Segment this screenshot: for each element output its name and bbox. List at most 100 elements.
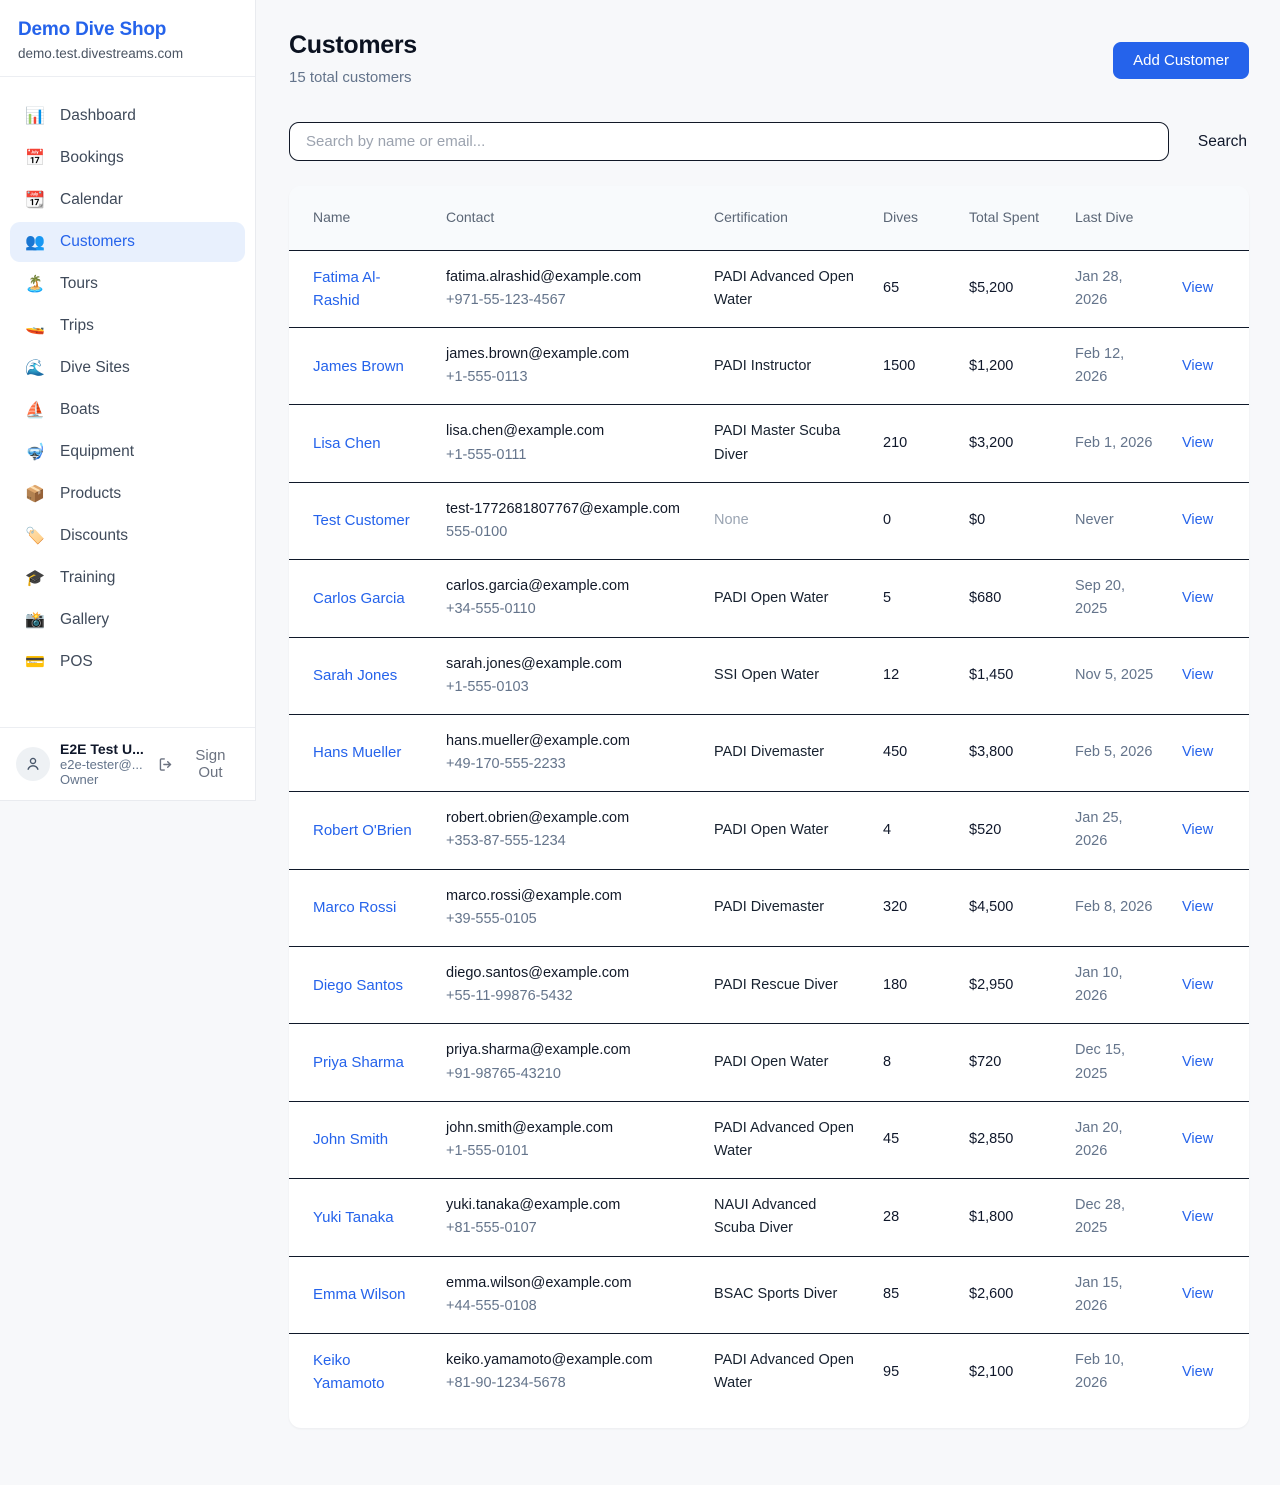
table-row: Marco Rossi marco.rossi@example.com +39-…: [289, 869, 1249, 946]
training-icon: 🎓: [25, 568, 45, 588]
shop-name[interactable]: Demo Dive Shop: [18, 19, 235, 41]
sidebar-item-dashboard[interactable]: 📊 Dashboard: [10, 96, 245, 136]
search-input[interactable]: [289, 122, 1169, 161]
customer-dives: 320: [871, 869, 957, 946]
customer-name-link[interactable]: Emma Wilson: [289, 1256, 434, 1333]
sidebar-item-products[interactable]: 📦 Products: [10, 474, 245, 514]
sidebar-item-label: Customers: [60, 233, 135, 251]
sidebar-item-pos[interactable]: 💳 POS: [10, 642, 245, 682]
customer-phone: +55-11-99876-5432: [446, 985, 690, 1008]
customer-name-link[interactable]: Sarah Jones: [289, 637, 434, 714]
customer-name-link[interactable]: Test Customer: [289, 482, 434, 559]
customer-dives: 8: [871, 1024, 957, 1101]
customer-last-dive: Feb 8, 2026: [1063, 869, 1170, 946]
user-role: Owner: [60, 772, 146, 787]
view-link[interactable]: View: [1182, 667, 1213, 683]
customer-dives: 45: [871, 1101, 957, 1178]
customer-email: test-1772681807767@example.com: [446, 498, 690, 521]
customer-phone: +1-555-0101: [446, 1140, 690, 1163]
view-link[interactable]: View: [1182, 358, 1213, 374]
customer-certification: BSAC Sports Diver: [702, 1256, 871, 1333]
sidebar-item-label: Bookings: [60, 149, 124, 167]
customer-name-link[interactable]: Robert O'Brien: [289, 792, 434, 869]
customer-contact: keiko.yamamoto@example.com +81-90-1234-5…: [434, 1333, 702, 1410]
customer-dives: 65: [871, 250, 957, 328]
view-link[interactable]: View: [1182, 1364, 1213, 1380]
customer-contact: yuki.tanaka@example.com +81-555-0107: [434, 1179, 702, 1256]
sign-out-button[interactable]: Sign Out: [158, 747, 239, 781]
view-link[interactable]: View: [1182, 744, 1213, 760]
customer-name-link[interactable]: Carlos Garcia: [289, 560, 434, 637]
sidebar-item-bookings[interactable]: 📅 Bookings: [10, 138, 245, 178]
customer-email: yuki.tanaka@example.com: [446, 1194, 690, 1217]
customer-last-dive: Jan 10, 2026: [1063, 947, 1170, 1024]
sidebar-item-gallery[interactable]: 📸 Gallery: [10, 600, 245, 640]
customer-last-dive: Feb 12, 2026: [1063, 328, 1170, 405]
table-row: John Smith john.smith@example.com +1-555…: [289, 1101, 1249, 1178]
customer-name-link[interactable]: Keiko Yamamoto: [289, 1333, 434, 1410]
search-button[interactable]: Search: [1196, 127, 1249, 157]
customer-dives: 210: [871, 405, 957, 482]
view-link[interactable]: View: [1182, 822, 1213, 838]
equipment-icon: 🤿: [25, 442, 45, 462]
customer-name-link[interactable]: Priya Sharma: [289, 1024, 434, 1101]
customer-name-link[interactable]: Hans Mueller: [289, 714, 434, 791]
dive-sites-icon: 🌊: [25, 358, 45, 378]
view-link[interactable]: View: [1182, 1131, 1213, 1147]
customer-phone: +81-90-1234-5678: [446, 1372, 690, 1395]
pos-icon: 💳: [25, 652, 45, 672]
view-link[interactable]: View: [1182, 1054, 1213, 1070]
customer-last-dive: Feb 5, 2026: [1063, 714, 1170, 791]
view-link[interactable]: View: [1182, 899, 1213, 915]
view-link[interactable]: View: [1182, 512, 1213, 528]
view-link[interactable]: View: [1182, 1209, 1213, 1225]
bookings-icon: 📅: [25, 148, 45, 168]
sidebar-item-calendar[interactable]: 📆 Calendar: [10, 180, 245, 220]
customer-total-spent: $3,200: [957, 405, 1063, 482]
table-row: Keiko Yamamoto keiko.yamamoto@example.co…: [289, 1333, 1249, 1410]
customers-table-card: NameContactCertificationDivesTotal Spent…: [289, 186, 1249, 1428]
add-customer-button[interactable]: Add Customer: [1113, 42, 1249, 79]
customer-name-link[interactable]: Marco Rossi: [289, 869, 434, 946]
customer-name-link[interactable]: Fatima Al-Rashid: [289, 250, 434, 328]
customer-name-link[interactable]: John Smith: [289, 1101, 434, 1178]
customer-total-spent: $2,600: [957, 1256, 1063, 1333]
customer-name-link[interactable]: Lisa Chen: [289, 405, 434, 482]
sidebar-item-label: Tours: [60, 275, 98, 293]
customer-name-link[interactable]: Diego Santos: [289, 947, 434, 1024]
dashboard-icon: 📊: [25, 106, 45, 126]
customer-name-link[interactable]: James Brown: [289, 328, 434, 405]
view-link[interactable]: View: [1182, 1286, 1213, 1302]
sidebar-item-training[interactable]: 🎓 Training: [10, 558, 245, 598]
sidebar-item-tours[interactable]: 🏝️ Tours: [10, 264, 245, 304]
sidebar-item-dive-sites[interactable]: 🌊 Dive Sites: [10, 348, 245, 388]
customer-last-dive: Sep 20, 2025: [1063, 560, 1170, 637]
sidebar-item-label: Boats: [60, 401, 100, 419]
shop-domain: demo.test.divestreams.com: [18, 46, 235, 61]
customer-last-dive: Feb 10, 2026: [1063, 1333, 1170, 1410]
customer-name-link[interactable]: Yuki Tanaka: [289, 1179, 434, 1256]
view-link[interactable]: View: [1182, 280, 1213, 296]
customer-email: john.smith@example.com: [446, 1117, 690, 1140]
discounts-icon: 🏷️: [25, 526, 45, 546]
view-link[interactable]: View: [1182, 590, 1213, 606]
search-bar: Search: [289, 122, 1249, 161]
sidebar-item-equipment[interactable]: 🤿 Equipment: [10, 432, 245, 472]
customer-certification: PADI Open Water: [702, 560, 871, 637]
customer-last-dive: Dec 15, 2025: [1063, 1024, 1170, 1101]
customer-last-dive: Nov 5, 2025: [1063, 637, 1170, 714]
sidebar-header: Demo Dive Shop demo.test.divestreams.com: [0, 0, 255, 77]
view-link[interactable]: View: [1182, 977, 1213, 993]
column-header: Name: [289, 186, 434, 250]
table-row: Hans Mueller hans.mueller@example.com +4…: [289, 714, 1249, 791]
sidebar-item-boats[interactable]: ⛵ Boats: [10, 390, 245, 430]
sidebar-item-customers[interactable]: 👥 Customers: [10, 222, 245, 262]
sidebar-item-trips[interactable]: 🚤 Trips: [10, 306, 245, 346]
customer-email: keiko.yamamoto@example.com: [446, 1349, 690, 1372]
sidebar-item-label: Dive Sites: [60, 359, 130, 377]
table-row: Robert O'Brien robert.obrien@example.com…: [289, 792, 1249, 869]
customer-contact: priya.sharma@example.com +91-98765-43210: [434, 1024, 702, 1101]
customer-certification: PADI Divemaster: [702, 869, 871, 946]
sidebar-item-discounts[interactable]: 🏷️ Discounts: [10, 516, 245, 556]
view-link[interactable]: View: [1182, 435, 1213, 451]
